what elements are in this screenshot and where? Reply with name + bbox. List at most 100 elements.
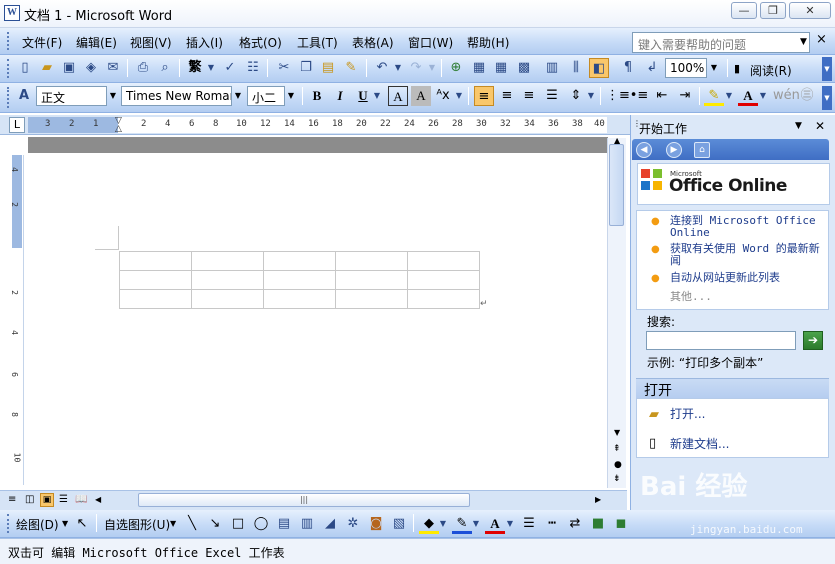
distributed-icon[interactable]: ☰ (542, 86, 562, 106)
table-cell[interactable] (335, 251, 408, 271)
reading-view-icon[interactable]: 📖 (75, 494, 87, 505)
table-cell[interactable] (119, 270, 192, 290)
link-connect-office-online[interactable]: 连接到 Microsoft Office Online (670, 215, 825, 239)
show-hide-icon[interactable]: ¶ (618, 58, 638, 78)
table-cell[interactable] (119, 251, 192, 271)
menu-insert[interactable]: 插入(I) (186, 34, 223, 51)
restore-button[interactable]: ❐ (760, 2, 786, 19)
research-icon[interactable]: ☷ (243, 58, 263, 78)
zoom-dropdown[interactable]: ▼ (708, 58, 720, 78)
style-dropdown[interactable]: ▼ (107, 86, 119, 106)
permission-icon[interactable]: ◈ (81, 58, 101, 78)
line-icon[interactable]: ╲ (182, 514, 202, 534)
toolbar-grip[interactable] (7, 87, 11, 108)
char-border-icon[interactable]: A (388, 86, 408, 106)
table-cell[interactable] (191, 289, 264, 309)
textbox-icon[interactable]: ▤ (274, 514, 294, 534)
tables-borders-icon[interactable]: ▦ (469, 58, 489, 78)
font-color-icon[interactable]: A (738, 86, 758, 106)
tab-selector[interactable]: L (9, 117, 25, 133)
minimize-button[interactable]: — (731, 2, 757, 19)
draw-menu-button[interactable]: 绘图(D) (16, 516, 59, 533)
save-icon[interactable]: ▣ (59, 58, 79, 78)
enclose-char-icon[interactable]: ㊂ (797, 86, 817, 106)
scroll-right-icon[interactable]: ▶ (595, 495, 601, 504)
table-cell[interactable] (263, 270, 336, 290)
cut-icon[interactable]: ✂ (274, 58, 294, 78)
chevron-down-icon[interactable]: ▼ (170, 519, 176, 528)
document-map-icon[interactable]: ◧ (589, 58, 609, 78)
word-table[interactable] (119, 251, 480, 309)
line-color-icon[interactable]: ✎ (452, 514, 472, 534)
hyperlink-icon[interactable]: ⊕ (446, 58, 466, 78)
link-latest-news[interactable]: 获取有关使用 Word 的最新新闻 (670, 243, 828, 267)
chevron-down-icon[interactable]: ▼ (471, 514, 481, 534)
pane-close-icon[interactable]: ✕ (815, 119, 825, 133)
print-icon[interactable]: ⎙ (133, 58, 153, 78)
document-area[interactable] (0, 135, 627, 490)
table-cell[interactable] (191, 251, 264, 271)
horizontal-scroll-thumb[interactable]: ||| (138, 493, 470, 507)
home-icon[interactable]: ⌂ (694, 142, 710, 158)
link-more[interactable]: 其他... (670, 291, 712, 303)
format-painter-icon[interactable]: ✎ (341, 58, 361, 78)
indent-marker[interactable]: ▽ △ (114, 117, 123, 134)
table-cell[interactable] (335, 270, 408, 290)
line-spacing-icon[interactable]: ⇕ (566, 86, 586, 106)
styles-formatting-icon[interactable]: A (14, 86, 34, 106)
close-window-button[interactable]: ✕ (789, 2, 831, 19)
vertical-textbox-icon[interactable]: ▥ (297, 514, 317, 534)
search-go-button[interactable]: ➔ (803, 331, 823, 350)
arrow-style-icon[interactable]: ⇄ (565, 514, 585, 534)
horizontal-ruler[interactable]: 3 2 1 2 4 6 8 10 12 14 16 18 20 22 24 26… (0, 115, 630, 135)
chevron-down-icon[interactable]: ▼ (724, 86, 734, 106)
browse-object-icon[interactable]: ● (614, 460, 622, 470)
table-cell[interactable] (407, 251, 480, 271)
char-shading-icon[interactable]: A (411, 86, 431, 106)
columns-icon[interactable]: ▥ (542, 58, 562, 78)
insert-excel-icon[interactable]: ▩ (514, 58, 534, 78)
scroll-down-icon[interactable]: ▼ (614, 428, 620, 437)
read-icon[interactable]: ↲ (642, 58, 662, 78)
insert-table-icon[interactable]: ▦ (491, 58, 511, 78)
dash-style-icon[interactable]: ┅ (542, 514, 562, 534)
task-pane-search-input[interactable] (646, 331, 796, 350)
3d-style-icon[interactable]: ◼ (611, 514, 631, 534)
diagram-icon[interactable]: ✲ (343, 514, 363, 534)
chevron-down-icon[interactable]: ▼ (62, 519, 68, 528)
vertical-scroll-thumb[interactable] (609, 144, 624, 226)
font-dropdown[interactable]: ▼ (232, 86, 244, 106)
font-size-dropdown[interactable]: ▼ (285, 86, 297, 106)
menu-view[interactable]: 视图(V) (130, 34, 172, 51)
outline-view-icon[interactable]: ☰ (59, 494, 68, 505)
menu-edit[interactable]: 编辑(E) (76, 34, 117, 51)
read-mode-button[interactable]: 阅读(R) (750, 62, 792, 79)
align-right-icon[interactable]: ≡ (519, 86, 539, 106)
toolbar-grip[interactable] (7, 514, 11, 533)
print-preview-icon[interactable]: ⌕ (155, 58, 175, 78)
open-folder-icon[interactable]: ▰ (37, 58, 57, 78)
font-size-select[interactable]: 小二 (247, 86, 285, 106)
line-style-icon[interactable]: ☰ (519, 514, 539, 534)
phonetic-guide-icon[interactable]: wén (773, 86, 800, 106)
bold-button[interactable]: B (307, 86, 327, 106)
close-document-button[interactable]: × (816, 32, 827, 47)
traditional-chinese-icon[interactable]: 繁 (185, 58, 205, 78)
style-select[interactable]: 正文 (36, 86, 107, 106)
select-objects-icon[interactable]: ↖ (72, 514, 92, 534)
spelling-icon[interactable]: ✓ (220, 58, 240, 78)
help-dropdown-button[interactable]: ▼ (797, 32, 810, 53)
open-file-link[interactable]: 打开... (670, 408, 705, 420)
menu-table[interactable]: 表格(A) (352, 34, 394, 51)
highlight-icon[interactable]: ✎ (704, 86, 724, 106)
toolbar-grip[interactable] (7, 32, 11, 50)
toolbar-options-button[interactable]: ▼ (822, 86, 832, 110)
align-justify-icon[interactable]: ≡ (474, 86, 494, 106)
table-cell[interactable] (191, 270, 264, 290)
web-view-icon[interactable]: ◫ (25, 494, 34, 505)
scroll-left-icon[interactable]: ◀ (95, 495, 101, 504)
new-document-link[interactable]: 新建文档... (670, 438, 729, 450)
oval-icon[interactable]: ◯ (251, 514, 271, 534)
link-auto-update[interactable]: 自动从网站更新此列表 (670, 272, 828, 284)
chevron-down-icon[interactable]: ▼ (438, 514, 448, 534)
